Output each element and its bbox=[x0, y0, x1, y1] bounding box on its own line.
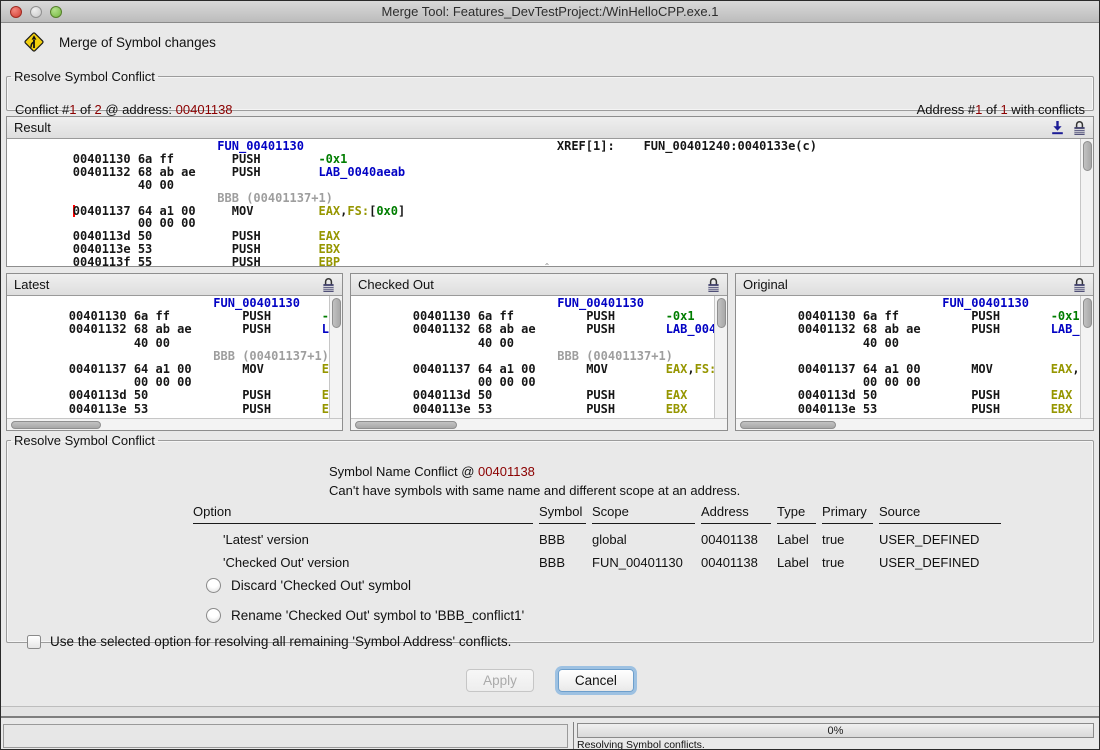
original-listing-panel: Original FUN_00401130 00401130 6a ff bbox=[735, 273, 1094, 431]
status-message-panel bbox=[3, 724, 568, 748]
conflict-headline: Symbol Name Conflict @ 00401138 bbox=[329, 464, 535, 479]
lock-icon[interactable] bbox=[707, 277, 720, 293]
table-cell: 00401138 bbox=[701, 524, 771, 547]
resolve-symbol-conflict-group-top: Resolve Symbol Conflict Conflict #1 of 2… bbox=[6, 69, 1094, 111]
status-strip bbox=[1, 706, 1099, 718]
table-cell: Label bbox=[777, 524, 816, 547]
table-cell: BBB bbox=[539, 547, 586, 570]
column-header: Scope bbox=[592, 504, 695, 524]
original-disassembly-listing[interactable]: FUN_00401130 00401130 6a ff PUSH -0x1 00… bbox=[736, 297, 1080, 418]
window-title: Merge Tool: Features_DevTestProject:/Win… bbox=[382, 4, 719, 19]
radio-label: Rename 'Checked Out' symbol to 'BBB_conf… bbox=[231, 608, 524, 623]
table-cell: USER_DEFINED bbox=[879, 524, 1001, 547]
version-panels-row: Latest FUN_00401130 00401130 6a ff bbox=[6, 273, 1094, 431]
original-horizontal-scrollbar[interactable] bbox=[736, 418, 1093, 430]
progress-bar: 0% bbox=[577, 723, 1094, 738]
resolve-symbol-conflict-group-bottom: Resolve Symbol Conflict Symbol Name Conf… bbox=[6, 433, 1094, 643]
checkbox-icon[interactable] bbox=[27, 635, 41, 649]
progress-caption: Resolving Symbol conflicts. bbox=[577, 739, 1094, 750]
progress-panel: 0% Resolving Symbol conflicts. bbox=[573, 722, 1099, 749]
latest-panel-header: Latest bbox=[7, 274, 342, 296]
latest-listing-panel: Latest FUN_00401130 00401130 6a ff bbox=[6, 273, 343, 431]
latest-horizontal-scrollbar[interactable] bbox=[7, 418, 342, 430]
radio-button-icon[interactable] bbox=[206, 608, 221, 623]
merge-warning-icon bbox=[23, 31, 45, 53]
group-legend: Resolve Symbol Conflict bbox=[11, 433, 158, 448]
table-cell: BBB bbox=[539, 524, 586, 547]
scrollbar-thumb[interactable] bbox=[332, 298, 341, 328]
checked-out-disassembly-listing[interactable]: FUN_00401130 00401130 6a ff PUSH -0x1 00… bbox=[351, 297, 714, 418]
lock-icon[interactable] bbox=[322, 277, 335, 293]
original-panel-header: Original bbox=[736, 274, 1093, 296]
table-cell: 'Latest' version bbox=[193, 524, 533, 547]
checked-out-vertical-scrollbar[interactable] bbox=[714, 296, 727, 418]
result-disassembly-listing[interactable]: FUN_00401130 XREF[1]: FUN_00401240:00401… bbox=[7, 140, 1080, 266]
go-to-result-arrow-icon[interactable] bbox=[1051, 120, 1064, 135]
column-header: Primary bbox=[822, 504, 873, 524]
column-header: Option bbox=[193, 504, 533, 524]
scrollbar-thumb[interactable] bbox=[1083, 298, 1092, 328]
result-panel-header: Result bbox=[7, 117, 1093, 139]
table-cell: Label bbox=[777, 547, 816, 570]
radio-button-icon[interactable] bbox=[206, 578, 221, 593]
table-cell: true bbox=[822, 524, 873, 547]
original-vertical-scrollbar[interactable] bbox=[1080, 296, 1093, 418]
checked-out-panel-title: Checked Out bbox=[358, 277, 707, 292]
scrollbar-thumb[interactable] bbox=[1083, 141, 1092, 171]
column-header: Source bbox=[879, 504, 1001, 524]
splitter-handle-icon[interactable]: ⌃ bbox=[542, 264, 552, 269]
checked-out-panel-header: Checked Out bbox=[351, 274, 727, 296]
table-cell: true bbox=[822, 547, 873, 570]
conflict-subheadline: Can't have symbols with same name and di… bbox=[329, 483, 740, 498]
merge-phase-header: Merge of Symbol changes bbox=[23, 31, 216, 53]
lock-icon[interactable] bbox=[1073, 120, 1086, 136]
table-cell: FUN_00401130 bbox=[592, 547, 695, 570]
result-listing-panel: Result bbox=[6, 116, 1094, 267]
radio-label: Discard 'Checked Out' symbol bbox=[231, 578, 411, 593]
apply-button[interactable]: Apply bbox=[466, 669, 534, 692]
lock-icon[interactable] bbox=[1073, 277, 1086, 293]
result-panel-title: Result bbox=[14, 120, 1051, 135]
table-cell: 00401138 bbox=[701, 547, 771, 570]
original-panel-title: Original bbox=[743, 277, 1073, 292]
minimize-window-icon[interactable] bbox=[30, 6, 42, 18]
checkbox-label: Use the selected option for resolving al… bbox=[50, 634, 511, 649]
address-counter: Address #1 of 1 with conflicts bbox=[917, 102, 1085, 117]
latest-panel-title: Latest bbox=[14, 277, 322, 292]
title-bar: Merge Tool: Features_DevTestProject:/Win… bbox=[1, 1, 1099, 23]
table-cell: 'Checked Out' version bbox=[193, 547, 533, 570]
scrollbar-thumb[interactable] bbox=[740, 421, 836, 429]
column-header: Address bbox=[701, 504, 771, 524]
status-row: 0% Resolving Symbol conflicts. bbox=[1, 722, 1099, 749]
checked-out-listing-panel: Checked Out FUN_00401130 00401130 6a f bbox=[350, 273, 728, 431]
scrollbar-thumb[interactable] bbox=[11, 421, 101, 429]
column-header: Type bbox=[777, 504, 816, 524]
conflict-counter: Conflict #1 of 2 @ address: 00401138 bbox=[15, 102, 233, 117]
use-for-all-checkbox-row[interactable]: Use the selected option for resolving al… bbox=[27, 634, 511, 649]
latest-vertical-scrollbar[interactable] bbox=[329, 296, 342, 418]
cancel-button[interactable]: Cancel bbox=[558, 669, 634, 692]
discard-checked-out-option[interactable]: Discard 'Checked Out' symbol bbox=[206, 578, 411, 593]
scrollbar-thumb[interactable] bbox=[717, 298, 726, 328]
table-cell: USER_DEFINED bbox=[879, 547, 1001, 570]
zoom-window-icon[interactable] bbox=[50, 6, 62, 18]
latest-disassembly-listing[interactable]: FUN_00401130 00401130 6a ff PUSH -0x1 00… bbox=[7, 297, 329, 418]
conflict-options-table: Option Symbol Scope Address Type Primary… bbox=[193, 504, 1001, 570]
merge-tool-window: Merge Tool: Features_DevTestProject:/Win… bbox=[0, 0, 1100, 750]
group-legend: Resolve Symbol Conflict bbox=[11, 69, 158, 84]
table-cell: global bbox=[592, 524, 695, 547]
close-window-icon[interactable] bbox=[10, 6, 22, 18]
column-header: Symbol bbox=[539, 504, 586, 524]
checked-out-horizontal-scrollbar[interactable] bbox=[351, 418, 727, 430]
scrollbar-thumb[interactable] bbox=[355, 421, 457, 429]
merge-phase-title: Merge of Symbol changes bbox=[59, 35, 216, 50]
result-vertical-scrollbar[interactable] bbox=[1080, 139, 1093, 266]
rename-checked-out-option[interactable]: Rename 'Checked Out' symbol to 'BBB_conf… bbox=[206, 608, 524, 623]
